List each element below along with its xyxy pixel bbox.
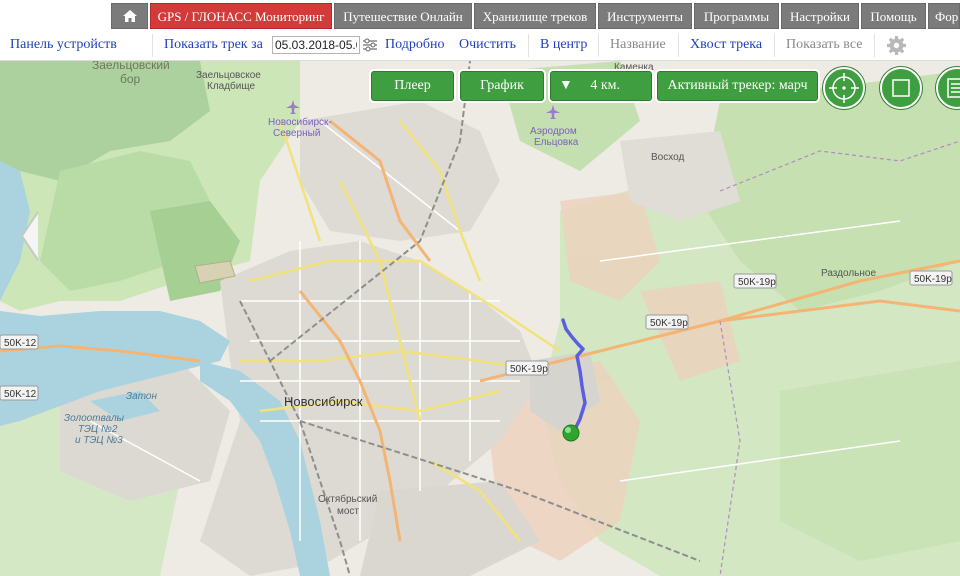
label-airport-eltsovka: Аэродром xyxy=(530,126,577,137)
track-date-input[interactable] xyxy=(272,36,360,54)
clear-link[interactable]: Очистить xyxy=(459,37,516,53)
tracker-marker[interactable] xyxy=(562,424,580,442)
list-icon xyxy=(947,78,960,98)
label-bor: бор xyxy=(120,72,141,86)
svg-text:50K-12: 50K-12 xyxy=(4,338,37,349)
gear-icon[interactable] xyxy=(886,35,907,56)
tab-tools[interactable]: Инструменты xyxy=(598,3,692,29)
home-icon xyxy=(122,10,137,22)
label-ash-dump: Золоотвалы xyxy=(64,413,125,424)
road-sign: 50K-19p xyxy=(909,270,953,286)
distance-value: 4 км. xyxy=(590,78,621,93)
road-sign: 50K-19p xyxy=(733,273,777,289)
square-icon xyxy=(892,79,910,97)
label-airport-north-2: Северный xyxy=(273,128,320,139)
graph-button[interactable]: График xyxy=(460,71,544,101)
crosshair-icon xyxy=(829,73,859,103)
map-view[interactable]: Заельцовский бор Заельцовское Кладбище Н… xyxy=(0,61,960,576)
top-navigation: GPS / ГЛОНАСС Мониторинг Путешествие Онл… xyxy=(0,0,960,30)
road-sign: 50K-12 xyxy=(0,385,39,401)
label-oktyabrsky-bridge: Октябрьский xyxy=(318,493,377,505)
label-cemetery-2: Кладбище xyxy=(207,80,255,92)
svg-text:50K-19p: 50K-19p xyxy=(650,318,688,329)
player-button[interactable]: Плеер xyxy=(371,71,454,101)
label-tec2: ТЭЦ №2 xyxy=(78,424,118,435)
divider xyxy=(528,34,529,57)
label-zaton: Затон xyxy=(126,391,157,402)
locate-button[interactable] xyxy=(823,67,865,109)
label-voskhod: Восход xyxy=(651,152,684,163)
track-tail-link[interactable]: Хвост трека xyxy=(690,37,762,53)
svg-text:50K-19p: 50K-19p xyxy=(510,364,548,375)
active-tracker-select[interactable]: Активный трекер: марч xyxy=(657,71,818,101)
tab-travel-online[interactable]: Путешествие Онлайн xyxy=(334,3,472,29)
label-tec3: и ТЭЦ №3 xyxy=(75,435,123,446)
filter-settings-icon[interactable] xyxy=(362,37,378,53)
label-cemetery: Заельцовское xyxy=(196,70,261,81)
label-airport-north: Новосибирск- xyxy=(268,116,332,128)
divider xyxy=(774,34,775,57)
detailed-link[interactable]: Подробно xyxy=(385,37,444,53)
label-airport-eltsovka-2: Ельцовка xyxy=(534,137,579,148)
show-track-label: Показать трек за xyxy=(164,37,263,52)
svg-text:50K-19p: 50K-19p xyxy=(738,277,776,288)
tab-gps-monitoring[interactable]: GPS / ГЛОНАСС Мониторинг xyxy=(150,3,332,29)
label-novosibirsk: Новосибирск xyxy=(284,394,363,409)
menu-button[interactable] xyxy=(936,67,960,109)
tab-help[interactable]: Помощь xyxy=(861,3,926,29)
fullscreen-button[interactable] xyxy=(880,67,922,109)
road-sign: 50K-19p xyxy=(645,314,689,330)
home-button[interactable] xyxy=(111,3,148,29)
road-sign: 50K-19p xyxy=(505,360,549,376)
chevron-left-icon[interactable] xyxy=(18,210,42,262)
tab-settings[interactable]: Настройки xyxy=(781,3,859,29)
name-toggle[interactable]: Название xyxy=(610,37,666,53)
label-bridge: мост xyxy=(337,506,359,517)
divider xyxy=(874,34,875,57)
svg-text:50K-12: 50K-12 xyxy=(4,389,37,400)
svg-text:50K-19p: 50K-19p xyxy=(914,274,952,285)
road-sign: 50K-12 xyxy=(0,334,39,350)
show-all-toggle[interactable]: Показать все xyxy=(786,37,862,53)
center-link[interactable]: В центр xyxy=(540,37,587,53)
chevron-down-icon: ▼ xyxy=(559,78,573,93)
divider xyxy=(598,34,599,57)
devices-panel-link[interactable]: Панель устройств xyxy=(10,37,117,53)
tab-track-storage[interactable]: Хранилище треков xyxy=(474,3,596,29)
tab-forum[interactable]: Фор xyxy=(928,3,960,29)
divider xyxy=(678,34,679,57)
label-zaeltsovsky-bor: Заельцовский xyxy=(92,61,170,72)
distance-dropdown[interactable]: ▼ 4 км. xyxy=(550,71,652,101)
divider xyxy=(152,34,153,57)
tab-programs[interactable]: Программы xyxy=(694,3,779,29)
label-razdolnoe: Раздольное xyxy=(821,268,876,279)
toolbar: Панель устройств Показать трек за Подроб… xyxy=(0,30,960,61)
